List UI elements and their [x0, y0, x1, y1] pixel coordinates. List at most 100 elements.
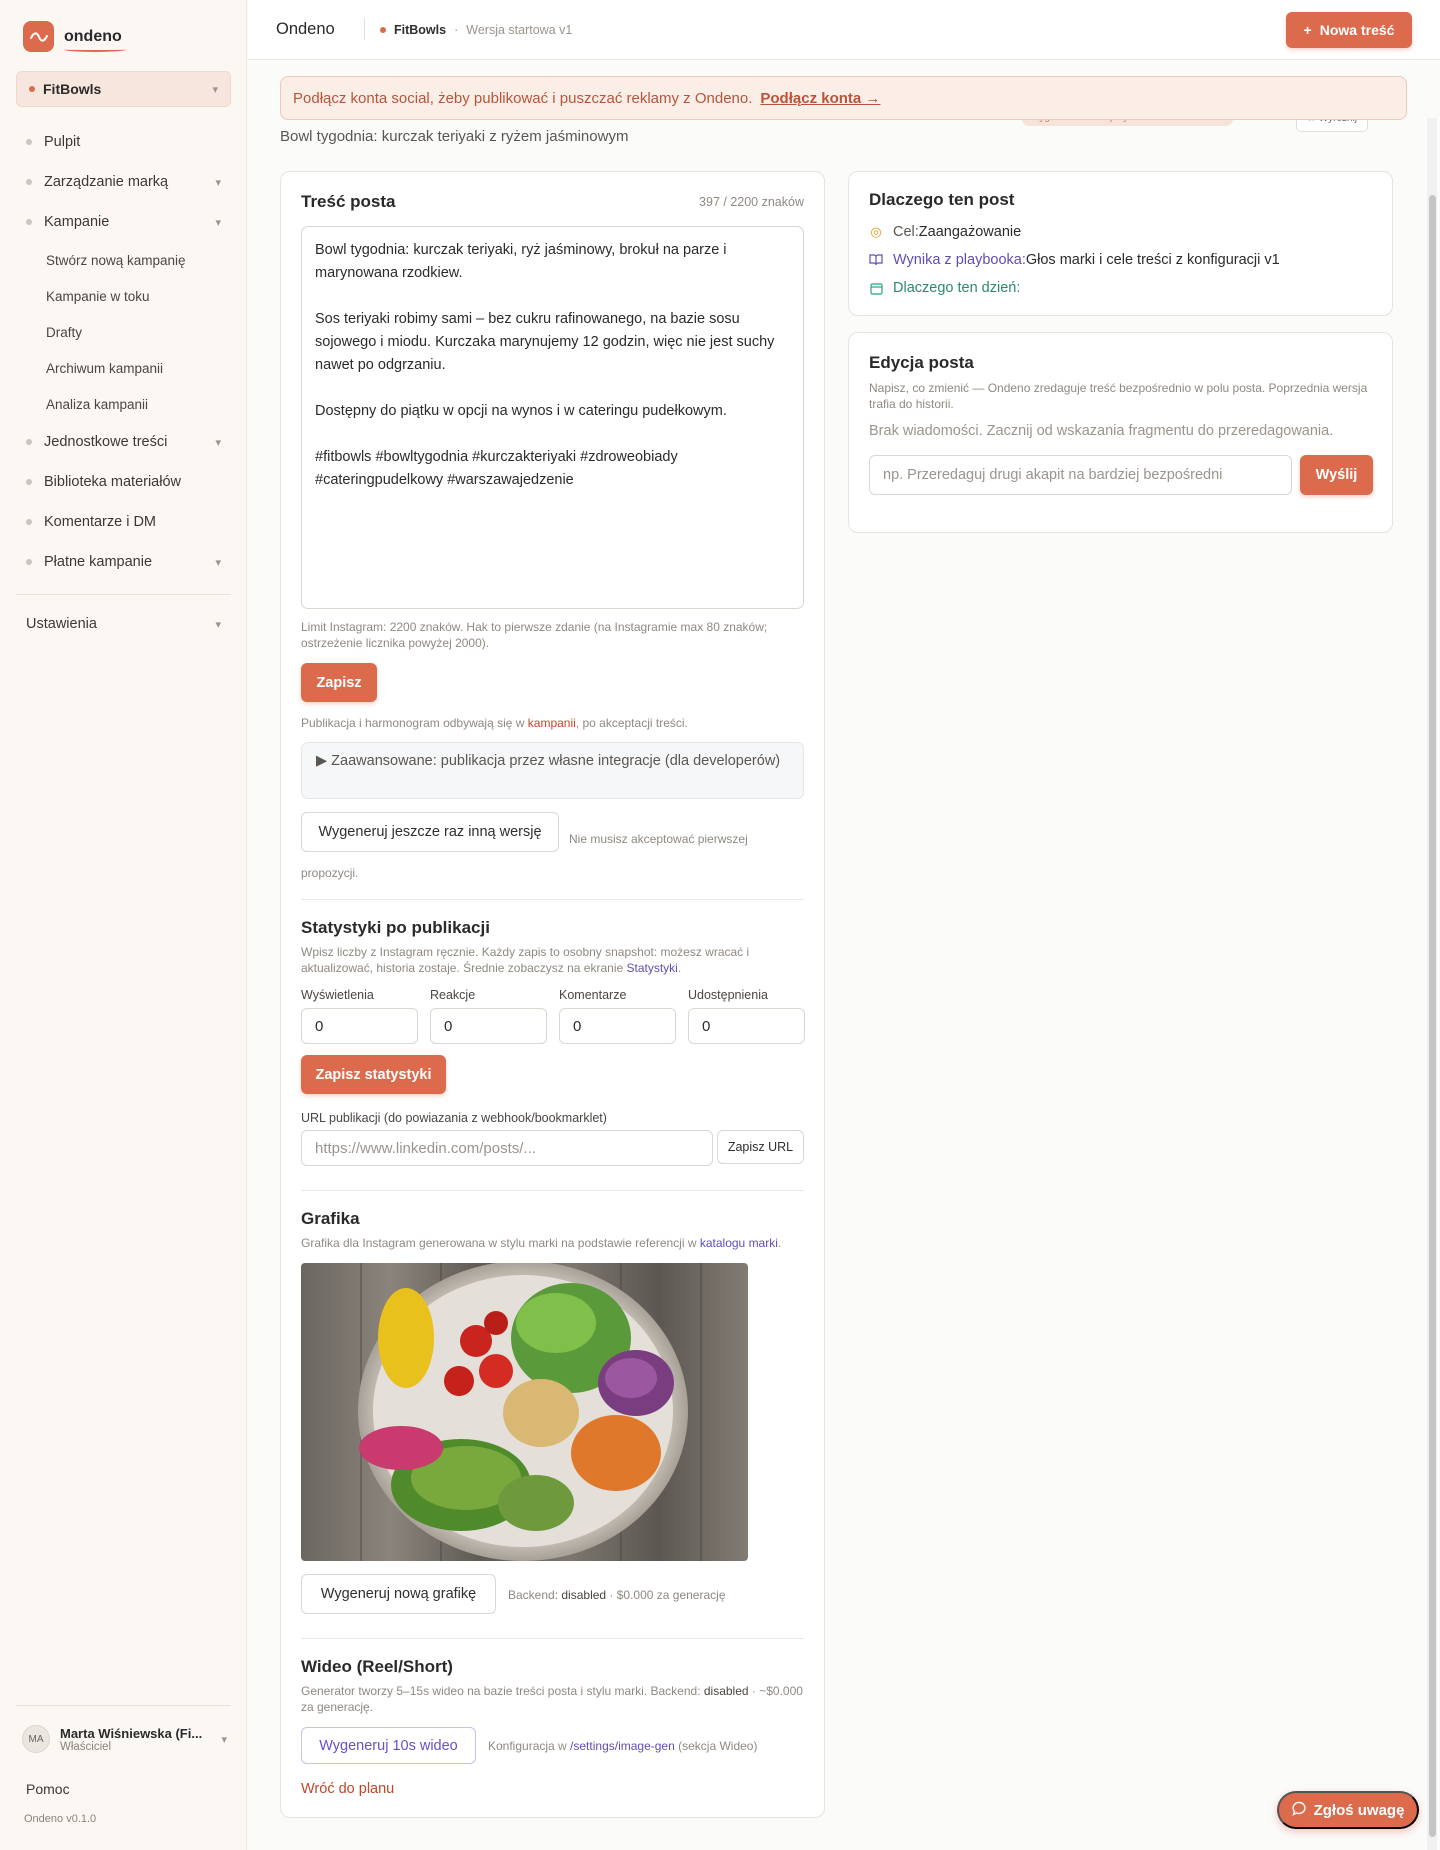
backend-label: Backend: — [508, 1588, 562, 1602]
feedback-label: Zgłoś uwagę — [1313, 1801, 1405, 1819]
generate-graphic-button[interactable]: Wygeneruj nową grafikę — [301, 1574, 496, 1614]
why-this-post-card: Dlaczego ten post ◎ Cel: Zaangażowanie W… — [848, 171, 1393, 316]
sidebar: ondeno FitBowls ▾ Pulpit Zarządzanie mar… — [0, 0, 247, 1850]
publication-url-input[interactable]: https://www.linkedin.com/posts/... — [301, 1130, 713, 1166]
sidebar-item-label: Biblioteka materiałów — [44, 474, 182, 490]
playbook-value: Głos marki i cele treści z konfiguracji … — [1025, 252, 1280, 268]
edit-description: Napisz, co zmienić — Ondeno zredaguje tr… — [869, 381, 1368, 411]
sidebar-subitem-analysis[interactable]: Analiza kampanii — [16, 386, 231, 422]
image-gen-settings-link[interactable]: /settings/image-gen — [570, 1739, 675, 1753]
backend-cost: · $0.000 za generację — [606, 1588, 726, 1602]
connect-accounts-link[interactable]: Podłącz konta → — [760, 90, 880, 107]
sidebar-item-pulpit[interactable]: Pulpit — [16, 122, 231, 162]
shares-label: Udostępnienia — [688, 988, 768, 1002]
avatar: MA — [22, 1725, 50, 1753]
brand-switcher[interactable]: FitBowls ▾ — [16, 71, 231, 107]
video-description-text: Generator tworzy 5–15s wideo na bazie tr… — [301, 1684, 704, 1698]
save-url-button[interactable]: Zapisz URL — [717, 1130, 804, 1164]
comments-label: Komentarze — [559, 988, 627, 1002]
help-link[interactable]: Pomoc — [26, 1781, 70, 1797]
graphic-description-text: Grafika dla Instagram generowana w stylu… — [301, 1236, 700, 1250]
chevron-down-icon: ▾ — [212, 83, 218, 96]
comments-input[interactable]: 0 — [559, 1008, 676, 1044]
chevron-down-icon: ▾ — [215, 176, 221, 189]
instagram-limit-note: Limit Instagram: 2200 znaków. Hak to pie… — [301, 620, 768, 650]
sidebar-item-settings[interactable]: Ustawienia ▾ — [16, 610, 231, 638]
graphic-backend-info: Backend: disabled · $0.000 za generację — [508, 1587, 726, 1603]
post-subtitle: Bowl tygodnia: kurczak teriyaki z ryżem … — [280, 128, 629, 145]
generated-graphic-image — [301, 1263, 748, 1561]
edit-instruction-input[interactable]: np. Przeredaguj drugi akapit na bardziej… — [869, 455, 1292, 495]
send-button[interactable]: Wyślij — [1300, 455, 1373, 495]
sidebar-nav: Pulpit Zarządzanie marką ▾ Kampanie ▾ Stwó… — [16, 122, 231, 582]
regenerate-note: Nie musisz akceptować pierwszej propozyc… — [301, 832, 748, 880]
why-title: Dlaczego ten post — [869, 190, 1015, 209]
stats-description-text: Wpisz liczby z Instagram ręcznie. Każdy … — [301, 945, 750, 975]
config-prefix: Konfiguracja w — [488, 1739, 571, 1753]
breadcrumb-separator: · — [454, 23, 459, 37]
sidebar-subitem-new-campaign[interactable]: Stwórz nową kampanię — [16, 242, 231, 278]
logo[interactable]: ondeno — [23, 21, 126, 52]
user-name: Marta Wiśniewska (Fi... — [60, 1725, 203, 1741]
sidebar-item-label: Kampanie — [44, 214, 110, 230]
sidebar-item-label: Ustawienia — [26, 616, 97, 632]
save-stats-button[interactable]: Zapisz statystyki — [301, 1055, 446, 1094]
scrollbar-thumb[interactable] — [1429, 195, 1436, 1837]
breadcrumb-version: Wersja startowa v1 — [466, 23, 573, 37]
post-content-textarea[interactable]: Bowl tygodnia: kurczak teriyaki, ryż jaś… — [301, 226, 804, 609]
advanced-integrations-toggle[interactable]: ▶ Zaawansowane: publikacja przez własne … — [301, 742, 804, 799]
video-description: Generator tworzy 5–15s wideo na bazie tr… — [301, 1683, 804, 1715]
sidebar-item-comments[interactable]: Komentarze i DM — [16, 502, 231, 542]
playbook-row: Wynika z playbooka: Głos marki i cele tr… — [869, 252, 1280, 268]
sidebar-item-campaigns[interactable]: Kampanie ▾ — [16, 202, 231, 242]
sidebar-item-single-content[interactable]: Jednostkowe treści ▾ — [16, 422, 231, 462]
sidebar-item-library[interactable]: Biblioteka materiałów — [16, 462, 231, 502]
sidebar-item-brand[interactable]: Zarządzanie marką ▾ — [16, 162, 231, 202]
chevron-down-icon: ▾ — [215, 436, 221, 449]
book-icon — [869, 253, 883, 267]
campaign-link[interactable]: kampanii — [528, 716, 576, 730]
chevron-down-icon: ▾ — [215, 618, 221, 631]
sidebar-subitem-campaigns-in-progress[interactable]: Kampanie w toku — [16, 278, 231, 314]
banner-text: Podłącz konta social, żeby publikować i … — [293, 89, 753, 107]
edit-title: Edycja posta — [869, 353, 974, 372]
logo-text: ondeno — [64, 27, 126, 52]
chevron-down-icon: ▾ — [221, 1733, 227, 1746]
sidebar-item-paid[interactable]: Płatne kampanie ▾ — [16, 542, 231, 582]
views-label: Wyświetlenia — [301, 988, 374, 1002]
user-role: Właściciel — [60, 1740, 112, 1753]
section-divider — [301, 899, 804, 900]
video-title: Wideo (Reel/Short) — [301, 1657, 453, 1676]
breadcrumb-brand[interactable]: FitBowls — [394, 23, 446, 37]
views-input[interactable]: 0 — [301, 1008, 418, 1044]
feedback-button[interactable]: Zgłoś uwagę — [1277, 1791, 1419, 1829]
user-menu[interactable]: MA Marta Wiśniewska (Fi... Właściciel ▾ — [22, 1725, 227, 1753]
playbook-label: Wynika z playbooka: — [893, 252, 1026, 268]
stats-description: Wpisz liczby z Instagram ręcznie. Każdy … — [301, 944, 804, 976]
save-post-button[interactable]: Zapisz — [301, 663, 377, 702]
publish-note-prefix: Publikacja i harmonogram odbywają się w — [301, 716, 528, 730]
sidebar-subitem-drafts[interactable]: Drafty — [16, 314, 231, 350]
reactions-label: Reakcje — [430, 988, 476, 1002]
calendar-icon — [869, 281, 883, 295]
reactions-input[interactable]: 0 — [430, 1008, 547, 1044]
graphic-title: Grafika — [301, 1209, 360, 1228]
generate-video-button[interactable]: Wygeneruj 10s wideo — [301, 1727, 476, 1764]
new-content-button[interactable]: + Nowa treść — [1286, 12, 1412, 48]
sidebar-divider — [16, 594, 231, 595]
sidebar-subitem-archive[interactable]: Archiwum kampanii — [16, 350, 231, 386]
config-suffix: (sekcja Wideo) — [674, 1739, 758, 1753]
back-to-plan-link[interactable]: Wróć do planu — [301, 1781, 394, 1797]
sidebar-item-label: Jednostkowe treści — [44, 434, 168, 450]
shares-input[interactable]: 0 — [688, 1008, 805, 1044]
section-divider — [301, 1638, 804, 1639]
publish-note: Publikacja i harmonogram odbywają się w … — [301, 715, 688, 731]
brand-catalog-link[interactable]: katalogu marki — [700, 1236, 778, 1250]
video-config-note: Konfiguracja w /settings/image-gen (sekc… — [488, 1738, 757, 1754]
stats-link[interactable]: Statystyki — [627, 961, 678, 975]
publication-url-label: URL publikacji (do powiazania z webhook/… — [301, 1111, 607, 1125]
chevron-down-icon: ▾ — [215, 216, 221, 229]
bullet-icon — [26, 219, 32, 225]
post-content-title: Treść posta — [301, 192, 396, 211]
video-backend-value: disabled — [703, 1684, 749, 1698]
